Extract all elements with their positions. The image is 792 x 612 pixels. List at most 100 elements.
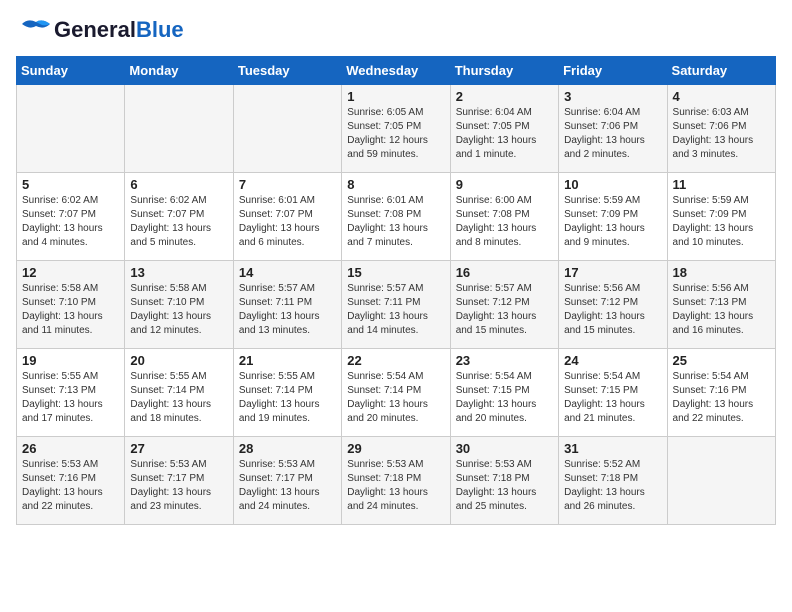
cell-info-line: Daylight: 13 hours	[347, 223, 428, 234]
cell-info-line: Sunset: 7:07 PM	[239, 209, 313, 220]
cell-info-line: Sunset: 7:08 PM	[347, 209, 421, 220]
cell-info-line: Sunrise: 5:53 AM	[347, 459, 423, 470]
weekday-header-sunday: Sunday	[17, 57, 125, 85]
cell-info-line: and 16 minutes.	[673, 325, 744, 336]
cell-info: Sunrise: 6:01 AMSunset: 7:07 PMDaylight:…	[239, 194, 336, 250]
cell-info-line: Daylight: 13 hours	[564, 311, 645, 322]
weekday-header-friday: Friday	[559, 57, 667, 85]
calendar-cell: 25Sunrise: 5:54 AMSunset: 7:16 PMDayligh…	[667, 349, 775, 437]
cell-info: Sunrise: 6:03 AMSunset: 7:06 PMDaylight:…	[673, 106, 770, 162]
cell-info-line: Daylight: 13 hours	[456, 135, 537, 146]
calendar-cell: 15Sunrise: 5:57 AMSunset: 7:11 PMDayligh…	[342, 261, 450, 349]
weekday-header-tuesday: Tuesday	[233, 57, 341, 85]
cell-info: Sunrise: 5:57 AMSunset: 7:11 PMDaylight:…	[347, 282, 444, 338]
cell-info-line: Sunrise: 5:54 AM	[564, 371, 640, 382]
cell-info: Sunrise: 6:02 AMSunset: 7:07 PMDaylight:…	[22, 194, 119, 250]
cell-info-line: and 17 minutes.	[22, 413, 93, 424]
day-number: 2	[456, 89, 553, 104]
cell-info-line: Sunrise: 6:01 AM	[347, 195, 423, 206]
cell-info-line: and 13 minutes.	[239, 325, 310, 336]
cell-info-line: Daylight: 13 hours	[673, 223, 754, 234]
cell-info-line: Daylight: 13 hours	[22, 311, 103, 322]
cell-info-line: Sunset: 7:09 PM	[564, 209, 638, 220]
weekday-header-wednesday: Wednesday	[342, 57, 450, 85]
cell-info-line: Daylight: 13 hours	[22, 399, 103, 410]
cell-info: Sunrise: 5:57 AMSunset: 7:11 PMDaylight:…	[239, 282, 336, 338]
cell-info-line: Sunrise: 5:53 AM	[22, 459, 98, 470]
cell-info-line: and 15 minutes.	[456, 325, 527, 336]
cell-info: Sunrise: 5:54 AMSunset: 7:15 PMDaylight:…	[456, 370, 553, 426]
calendar-cell: 23Sunrise: 5:54 AMSunset: 7:15 PMDayligh…	[450, 349, 558, 437]
cell-info: Sunrise: 6:04 AMSunset: 7:05 PMDaylight:…	[456, 106, 553, 162]
calendar-cell: 9Sunrise: 6:00 AMSunset: 7:08 PMDaylight…	[450, 173, 558, 261]
cell-info-line: Sunset: 7:18 PM	[456, 473, 530, 484]
day-number: 8	[347, 177, 444, 192]
logo-blue-text: Blue	[136, 17, 184, 42]
cell-info-line: Sunset: 7:05 PM	[347, 121, 421, 132]
day-number: 7	[239, 177, 336, 192]
cell-info-line: Sunrise: 5:55 AM	[239, 371, 315, 382]
cell-info-line: Sunrise: 6:04 AM	[456, 107, 532, 118]
cell-info-line: Sunset: 7:13 PM	[22, 385, 96, 396]
weekday-header-monday: Monday	[125, 57, 233, 85]
cell-info-line: Sunset: 7:06 PM	[564, 121, 638, 132]
cell-info-line: Sunset: 7:14 PM	[239, 385, 313, 396]
cell-info-line: Sunrise: 5:57 AM	[347, 283, 423, 294]
calendar-cell: 6Sunrise: 6:02 AMSunset: 7:07 PMDaylight…	[125, 173, 233, 261]
day-number: 14	[239, 265, 336, 280]
day-number: 5	[22, 177, 119, 192]
cell-info-line: Sunrise: 5:53 AM	[239, 459, 315, 470]
cell-info-line: Sunset: 7:15 PM	[564, 385, 638, 396]
weekday-header-row: SundayMondayTuesdayWednesdayThursdayFrid…	[17, 57, 776, 85]
cell-info-line: Sunrise: 5:53 AM	[456, 459, 532, 470]
calendar-cell: 12Sunrise: 5:58 AMSunset: 7:10 PMDayligh…	[17, 261, 125, 349]
cell-info-line: Sunrise: 6:02 AM	[130, 195, 206, 206]
cell-info-line: and 23 minutes.	[130, 501, 201, 512]
cell-info: Sunrise: 5:56 AMSunset: 7:13 PMDaylight:…	[673, 282, 770, 338]
day-number: 6	[130, 177, 227, 192]
cell-info-line: Daylight: 13 hours	[130, 311, 211, 322]
cell-info: Sunrise: 5:59 AMSunset: 7:09 PMDaylight:…	[673, 194, 770, 250]
day-number: 24	[564, 353, 661, 368]
cell-info-line: Sunset: 7:08 PM	[456, 209, 530, 220]
calendar-cell: 11Sunrise: 5:59 AMSunset: 7:09 PMDayligh…	[667, 173, 775, 261]
cell-info: Sunrise: 6:04 AMSunset: 7:06 PMDaylight:…	[564, 106, 661, 162]
week-row-3: 12Sunrise: 5:58 AMSunset: 7:10 PMDayligh…	[17, 261, 776, 349]
week-row-2: 5Sunrise: 6:02 AMSunset: 7:07 PMDaylight…	[17, 173, 776, 261]
cell-info-line: Daylight: 13 hours	[22, 487, 103, 498]
calendar-cell: 29Sunrise: 5:53 AMSunset: 7:18 PMDayligh…	[342, 437, 450, 525]
day-number: 13	[130, 265, 227, 280]
cell-info-line: Daylight: 13 hours	[456, 311, 537, 322]
cell-info-line: Sunset: 7:17 PM	[130, 473, 204, 484]
cell-info: Sunrise: 5:57 AMSunset: 7:12 PMDaylight:…	[456, 282, 553, 338]
cell-info-line: and 25 minutes.	[456, 501, 527, 512]
day-number: 30	[456, 441, 553, 456]
cell-info-line: and 59 minutes.	[347, 149, 418, 160]
cell-info-line: and 22 minutes.	[673, 413, 744, 424]
cell-info-line: and 8 minutes.	[456, 237, 522, 248]
cell-info-line: Sunrise: 5:54 AM	[673, 371, 749, 382]
day-number: 27	[130, 441, 227, 456]
cell-info-line: and 2 minutes.	[564, 149, 630, 160]
calendar-cell: 4Sunrise: 6:03 AMSunset: 7:06 PMDaylight…	[667, 85, 775, 173]
cell-info: Sunrise: 5:59 AMSunset: 7:09 PMDaylight:…	[564, 194, 661, 250]
cell-info-line: Daylight: 13 hours	[456, 487, 537, 498]
logo-icon	[16, 16, 52, 44]
day-number: 3	[564, 89, 661, 104]
cell-info-line: Daylight: 13 hours	[347, 487, 428, 498]
cell-info-line: Sunrise: 5:55 AM	[130, 371, 206, 382]
cell-info-line: Sunrise: 5:58 AM	[130, 283, 206, 294]
cell-info-line: Sunset: 7:07 PM	[130, 209, 204, 220]
calendar-cell: 27 Sunrise: 5:53 AMSunset: 7:17 PMDayligh…	[125, 437, 233, 525]
cell-info-line: Daylight: 13 hours	[673, 135, 754, 146]
cell-info-line: Sunset: 7:06 PM	[673, 121, 747, 132]
cell-info-line: Sunrise: 6:04 AM	[564, 107, 640, 118]
cell-info-line: and 19 minutes.	[239, 413, 310, 424]
cell-info-line: and 1 minute.	[456, 149, 517, 160]
calendar-cell: 28Sunrise: 5:53 AMSunset: 7:17 PMDayligh…	[233, 437, 341, 525]
cell-info-line: Daylight: 13 hours	[130, 487, 211, 498]
cell-info-line: Daylight: 13 hours	[347, 311, 428, 322]
cell-info: Sunrise: 5:53 AMSunset: 7:17 PMDaylight:…	[130, 458, 227, 514]
cell-info-line: Sunset: 7:16 PM	[22, 473, 96, 484]
calendar-cell: 16Sunrise: 5:57 AMSunset: 7:12 PMDayligh…	[450, 261, 558, 349]
